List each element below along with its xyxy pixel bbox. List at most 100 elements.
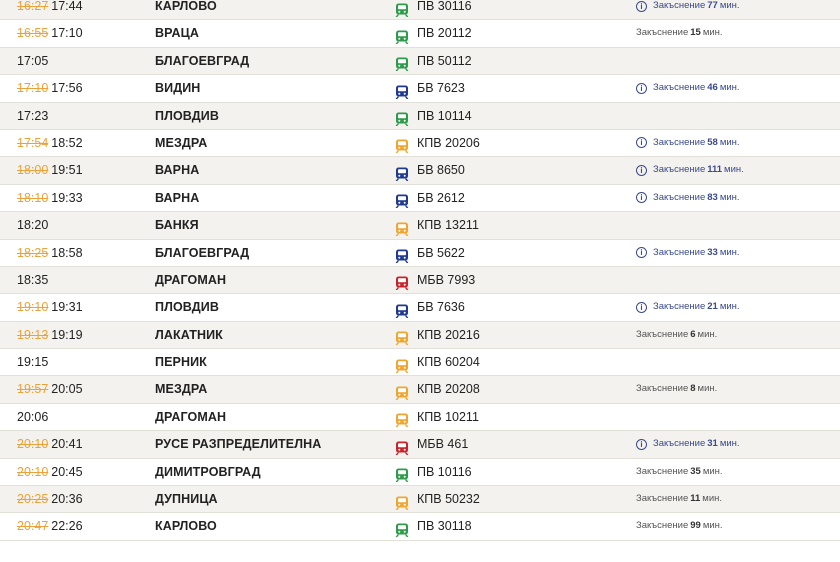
delay-note[interactable]: i Закъснение 111 мин.: [636, 160, 744, 180]
train-icon: [395, 410, 409, 428]
departure-time: 20:06: [17, 404, 48, 431]
destination: ПЛОВДИВ: [155, 300, 219, 315]
destination: БЛАГОЕВГРАД: [155, 245, 250, 260]
departure-time: 19:10 19:31: [17, 294, 83, 321]
delay-minutes: 77: [707, 0, 718, 11]
table-row[interactable]: 19:15 ПЕРНИК КПВ 60204: [0, 349, 840, 377]
delay-unit: мин.: [702, 27, 723, 39]
delay-note[interactable]: i Закъснение 33 мин.: [636, 243, 740, 263]
train-icon: [395, 493, 409, 511]
departure-time: 20:10 20:45: [17, 459, 83, 486]
table-row[interactable]: 17:54 18:52 МЕЗДРА КПВ 20206 i Закъснение 58 ми…: [0, 129, 840, 158]
delay-label: Закъснение: [653, 438, 706, 450]
actual-time: 18:52: [51, 135, 83, 150]
delay-note: Закъснение 35 мин.: [636, 462, 723, 482]
delay-note[interactable]: i Закъснение 21 мин.: [636, 297, 740, 317]
delay-label: Закъснение: [636, 383, 689, 395]
delay-label: Закъснение: [653, 246, 706, 258]
delay-unit: мин.: [719, 246, 740, 258]
table-row[interactable]: 16:27 17:44 КАРЛОВО ПВ 30116 i Закъснение 77 ми…: [0, 0, 840, 21]
train-info: ПВ 30118: [395, 513, 472, 540]
delay-label: Закъснение: [636, 27, 689, 39]
delay-note[interactable]: i Закъснение 58 мин.: [636, 133, 740, 153]
info-icon[interactable]: i: [636, 82, 647, 94]
train-icon: [395, 109, 409, 127]
delay-note[interactable]: i Закъснение 83 мин.: [636, 188, 740, 208]
departure-time: 18:20: [17, 212, 48, 239]
table-row[interactable]: 19:10 19:31 ПЛОВДИВ БВ 7636 i Закъснение 21 мин…: [0, 294, 840, 322]
actual-time: 20:41: [51, 437, 83, 452]
train-number: КПВ 10211: [417, 409, 479, 424]
info-icon[interactable]: i: [636, 301, 647, 313]
train-number: ПВ 10114: [417, 108, 472, 123]
delay-note[interactable]: i Закъснение 31 мин.: [636, 434, 740, 454]
info-icon[interactable]: i: [636, 438, 647, 450]
departure-time: 19:13 19:19: [17, 322, 83, 349]
info-icon[interactable]: i: [636, 192, 647, 204]
destination: ДРАГОМАН: [155, 409, 227, 424]
train-info: КПВ 50232: [395, 486, 480, 513]
table-row[interactable]: 20:06 ДРАГОМАН КПВ 10211: [0, 403, 840, 432]
train-number: БВ 8650: [417, 163, 465, 178]
table-row[interactable]: 17:05 БЛАГОЕВГРАД ПВ 50112: [0, 47, 840, 76]
delay-note: Закъснение 11 мин.: [636, 489, 722, 509]
destination: БЛАГОЕВГРАД: [155, 53, 250, 68]
delay-unit: мин.: [719, 438, 740, 450]
destination: МЕЗДРА: [155, 135, 208, 150]
destination: БАНКЯ: [155, 218, 199, 233]
delay-label: Закъснение: [653, 301, 706, 313]
scheduled-time: 20:25: [17, 492, 49, 507]
train-number: КПВ 20208: [417, 382, 480, 397]
train-icon: [395, 328, 409, 346]
delay-note[interactable]: i Закъснение 46 мин.: [636, 78, 740, 98]
scheduled-time: 20:10: [17, 464, 49, 479]
train-info: КПВ 10211: [395, 404, 479, 431]
departure-time: 19:57 20:05: [17, 376, 83, 403]
delay-minutes: 8: [690, 383, 696, 395]
train-number: ПВ 20112: [417, 26, 472, 41]
destination: ПЛОВДИВ: [155, 108, 219, 123]
train-info: БВ 2612: [395, 185, 465, 212]
info-icon[interactable]: i: [636, 0, 647, 12]
actual-time: 17:23: [17, 108, 49, 123]
departure-time: 17:54 18:52: [17, 130, 83, 157]
delay-note: Закъснение 8 мин.: [636, 379, 717, 399]
delay-minutes: 33: [707, 246, 718, 258]
delay-label: Закъснение: [636, 328, 689, 340]
table-row[interactable]: 18:20 БАНКЯ КПВ 13211: [0, 212, 840, 240]
table-row[interactable]: 18:25 18:58 БЛАГОЕВГРАД БВ 5622 i Закъснение 3…: [0, 239, 840, 267]
table-row[interactable]: 19:57 20:05 МЕЗДРА КПВ 20208 Закъснение 8 мин.: [0, 376, 840, 404]
delay-label: Закъснение: [653, 191, 706, 203]
table-row[interactable]: 18:10 19:33 ВАРНА БВ 2612 i Закъснение 83 мин.: [0, 184, 840, 213]
info-icon[interactable]: i: [636, 247, 647, 259]
train-info: МБВ 7993: [395, 267, 475, 294]
departures-board: 16:27 17:44 КАРЛОВО ПВ 30116 i Закъснение 77 ми…: [0, 0, 840, 541]
table-row[interactable]: 17:10 17:56 ВИДИН БВ 7623 i Закъснение 46 мин.: [0, 75, 840, 103]
table-row[interactable]: 18:35 ДРАГОМАН МБВ 7993: [0, 266, 840, 295]
train-info: ПВ 20112: [395, 20, 472, 47]
delay-minutes: 31: [707, 438, 718, 450]
train-info: ПВ 50112: [395, 48, 472, 75]
table-row[interactable]: 20:47 22:26 КАРЛОВО ПВ 30118 Закъснение 99 мин…: [0, 513, 840, 541]
table-row[interactable]: 18:00 19:51 ВАРНА БВ 8650 i Закъснение 111 мин.: [0, 157, 840, 185]
table-row[interactable]: 20:10 20:41 РУСЕ РАЗПРЕДЕЛИТЕЛНА МБВ 461 i За…: [0, 431, 840, 459]
delay-label: Закъснение: [653, 164, 706, 176]
departure-time: 17:10 17:56: [17, 75, 83, 102]
info-icon[interactable]: i: [636, 164, 647, 176]
table-row[interactable]: 19:13 19:19 ЛАКАТНИК КПВ 20216 Закъснение 6 ми…: [0, 321, 840, 350]
delay-minutes: 11: [690, 493, 701, 505]
train-number: КПВ 13211: [417, 218, 479, 233]
scheduled-time: 18:00: [17, 163, 49, 178]
info-icon[interactable]: i: [636, 137, 647, 149]
table-row[interactable]: 20:10 20:45 ДИМИТРОВГРАД ПВ 10116 Закъснение…: [0, 458, 840, 487]
departure-time: 20:10 20:41: [17, 431, 83, 458]
table-row[interactable]: 16:55 17:10 ВРАЦА ПВ 20112 Закъснение 15 мин.: [0, 20, 840, 48]
table-row[interactable]: 20:25 20:36 ДУПНИЦА КПВ 50232 Закъснение 11 ми…: [0, 486, 840, 514]
actual-time: 17:44: [51, 0, 83, 13]
delay-note[interactable]: i Закъснение 77 мин.: [636, 0, 740, 16]
scheduled-time: 20:47: [17, 519, 49, 534]
delay-minutes: 15: [690, 27, 701, 39]
destination: РУСЕ РАЗПРЕДЕЛИТЕЛНА: [155, 437, 322, 452]
table-row[interactable]: 17:23 ПЛОВДИВ ПВ 10114: [0, 102, 840, 130]
train-info: КПВ 13211: [395, 212, 479, 239]
